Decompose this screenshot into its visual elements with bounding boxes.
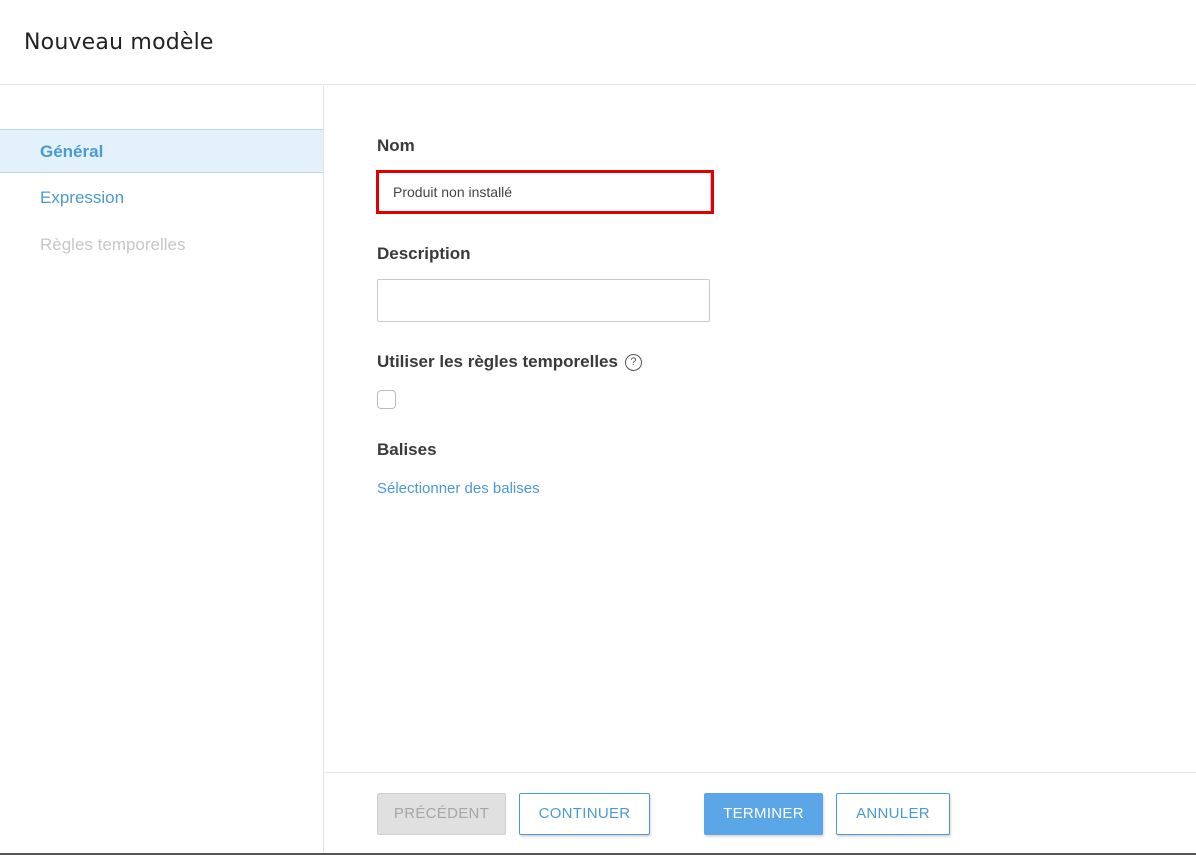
sidebar-item-general[interactable]: Général [0,129,323,173]
time-rules-label-text: Utiliser les règles temporelles [377,352,618,371]
finish-button[interactable]: TERMINER [704,793,823,835]
continue-button[interactable]: CONTINUER [519,793,650,835]
cancel-button[interactable]: ANNULER [836,793,950,835]
form-panel: Nom Description Utiliser les règles temp… [325,86,1196,772]
description-input[interactable] [377,279,710,322]
select-tags-link[interactable]: Sélectionner des balises [377,480,540,497]
name-label: Nom [377,136,415,155]
previous-button: PRÉCÉDENT [377,793,506,835]
sidebar-item-time-rules: Règles temporelles [40,235,186,254]
tags-label: Balises [377,440,437,459]
description-label: Description [377,244,471,263]
help-icon[interactable]: ? [624,354,642,371]
sidebar: Général Expression Règles temporelles [0,86,324,855]
name-highlight [376,170,714,214]
name-input[interactable] [379,173,711,211]
dialog-header: Nouveau modèle [0,0,1196,85]
time-rules-label: Utiliser les règles temporelles? [377,352,642,372]
dialog-footer: PRÉCÉDENT CONTINUER TERMINER ANNULER [325,772,1196,853]
sidebar-item-expression[interactable]: Expression [0,176,323,220]
dialog-title: Nouveau modèle [24,30,214,55]
time-rules-checkbox[interactable] [377,390,396,409]
